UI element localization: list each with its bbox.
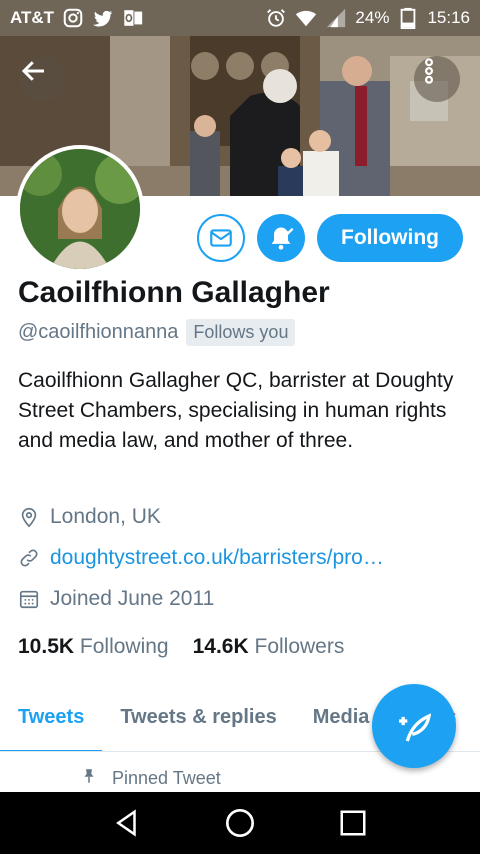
arrow-left-icon [21, 61, 44, 81]
website-link[interactable]: doughtystreet.co.uk/barristers/pro… [50, 546, 384, 570]
nav-home-button[interactable] [220, 803, 260, 843]
location-pin-icon [18, 506, 40, 528]
followers-count-link[interactable]: 14.6K Followers [193, 635, 345, 659]
followers-count: 14.6K [192, 635, 249, 658]
avatar-photo [20, 149, 140, 269]
alarm-icon [265, 7, 287, 29]
nav-recents-button[interactable] [333, 803, 373, 843]
status-bar: AT&T 24% 15:16 [0, 0, 480, 36]
envelope-icon [210, 229, 232, 247]
message-button[interactable] [197, 214, 245, 262]
calendar-icon [18, 588, 40, 610]
signal-icon [325, 7, 347, 29]
website-row: doughtystreet.co.uk/barristers/pro… [18, 546, 384, 570]
follows-you-badge: Follows you [186, 319, 296, 346]
followers-label: Followers [254, 635, 345, 658]
location-text: London, UK [50, 505, 161, 528]
triangle-back-icon [115, 809, 136, 837]
wifi-icon [295, 7, 317, 29]
carrier-label: AT&T [10, 8, 55, 27]
profile-name: Caoilfhionn Gallagher [18, 276, 330, 309]
outlook-icon [122, 7, 144, 29]
joined-text: Joined June 2011 [50, 587, 215, 610]
following-button[interactable]: Following [317, 214, 463, 262]
tab-tweets[interactable]: Tweets [0, 690, 103, 751]
battery-percent: 24% [355, 8, 390, 27]
pin-icon [80, 767, 98, 790]
instagram-icon [62, 7, 84, 29]
profile-bio: Caoilfhionn Gallagher QC, barrister at D… [18, 369, 454, 452]
clock: 15:16 [427, 8, 470, 27]
following-label: Following [79, 635, 169, 658]
joined-row: Joined June 2011 [18, 587, 214, 611]
android-nav-bar [0, 792, 480, 854]
pinned-tweet-label: Pinned Tweet [80, 767, 221, 790]
nav-back-button[interactable] [107, 803, 147, 843]
following-count-link[interactable]: 10.5K Following [18, 635, 169, 659]
circle-home-icon [225, 809, 254, 837]
profile-handle: @caoilfhionnanna [18, 321, 179, 343]
battery-icon [397, 7, 419, 29]
more-vertical-icon [424, 58, 433, 84]
twitter-icon [92, 7, 114, 29]
back-button[interactable] [19, 56, 65, 102]
more-options-button[interactable] [414, 56, 460, 102]
handle-row: @caoilfhionnanna Follows you [18, 319, 296, 346]
follow-counts: 10.5K Following 14.6K Followers [18, 635, 344, 659]
square-recents-icon [340, 810, 366, 836]
following-count: 10.5K [18, 635, 75, 658]
compose-feather-icon [399, 713, 432, 742]
tab-tweets-replies[interactable]: Tweets & replies [102, 690, 294, 751]
notifications-button[interactable] [257, 214, 305, 262]
bell-check-icon [271, 227, 294, 250]
link-icon [18, 547, 40, 569]
compose-tweet-button[interactable] [372, 684, 456, 768]
location-row: London, UK [18, 505, 161, 529]
pinned-text: Pinned Tweet [112, 768, 221, 788]
avatar[interactable] [16, 145, 144, 273]
